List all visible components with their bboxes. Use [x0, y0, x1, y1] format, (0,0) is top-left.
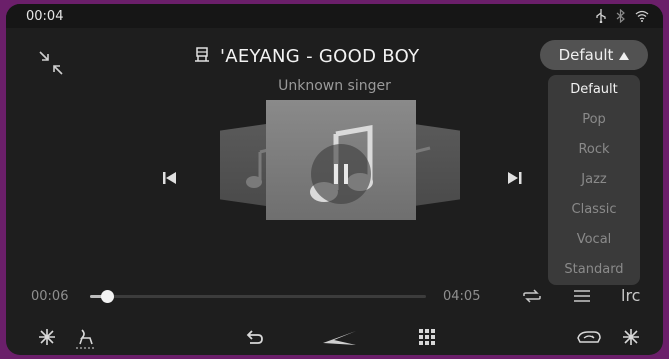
- front-defrost-icon[interactable]: [38, 328, 56, 350]
- caret-up-icon: [619, 46, 630, 64]
- equalizer-selected: Default: [558, 46, 614, 64]
- wifi-icon: [635, 10, 649, 22]
- seat-heater-icon[interactable]: [74, 328, 100, 354]
- progress-knob[interactable]: [100, 290, 114, 303]
- pause-button[interactable]: [311, 144, 371, 204]
- previous-track-icon[interactable]: [160, 168, 182, 188]
- bottom-nav-bar: [6, 322, 663, 355]
- repeat-icon[interactable]: [522, 287, 542, 309]
- lyrics-button[interactable]: lrc: [621, 286, 640, 305]
- usb-icon: [596, 9, 606, 23]
- playlist-menu-icon[interactable]: [573, 287, 591, 309]
- status-clock: 00:04: [26, 9, 64, 24]
- total-time: 04:05: [443, 289, 481, 304]
- next-track-icon[interactable]: [504, 168, 526, 188]
- equalizer-option-standard[interactable]: Standard: [548, 255, 640, 285]
- progress-slider[interactable]: [90, 290, 426, 303]
- equalizer-option-classic[interactable]: Classic: [548, 195, 640, 225]
- air-recirculation-icon[interactable]: [576, 328, 602, 350]
- status-bar: 00:04: [6, 4, 663, 28]
- collapse-icon[interactable]: [36, 48, 66, 78]
- elapsed-time: 00:06: [31, 289, 69, 304]
- track-title: 'AEYANG - GOOD BOY: [220, 46, 420, 67]
- rear-defrost-icon[interactable]: [622, 328, 640, 350]
- status-icons: [596, 9, 649, 23]
- equalizer-option-default[interactable]: Default: [548, 75, 640, 105]
- bluetooth-icon: [616, 9, 625, 23]
- equalizer-dropdown[interactable]: Default: [540, 40, 648, 70]
- apps-grid-icon[interactable]: [418, 328, 436, 350]
- music-player-screen: 00:04 'AEYANG - GOOD BOY Unknown singer …: [6, 4, 663, 355]
- equalizer-option-pop[interactable]: Pop: [548, 105, 640, 135]
- equalizer-option-vocal[interactable]: Vocal: [548, 225, 640, 255]
- back-icon[interactable]: [246, 328, 264, 350]
- equalizer-option-jazz[interactable]: Jazz: [548, 165, 640, 195]
- playlist-icon: [194, 46, 210, 67]
- home-logo-icon[interactable]: [322, 330, 358, 350]
- equalizer-option-rock[interactable]: Rock: [548, 135, 640, 165]
- equalizer-options-list: Default Pop Rock Jazz Classic Vocal Stan…: [548, 75, 640, 285]
- now-playing-title-row: 'AEYANG - GOOD BOY: [194, 46, 419, 67]
- artist-label: Unknown singer: [278, 78, 391, 94]
